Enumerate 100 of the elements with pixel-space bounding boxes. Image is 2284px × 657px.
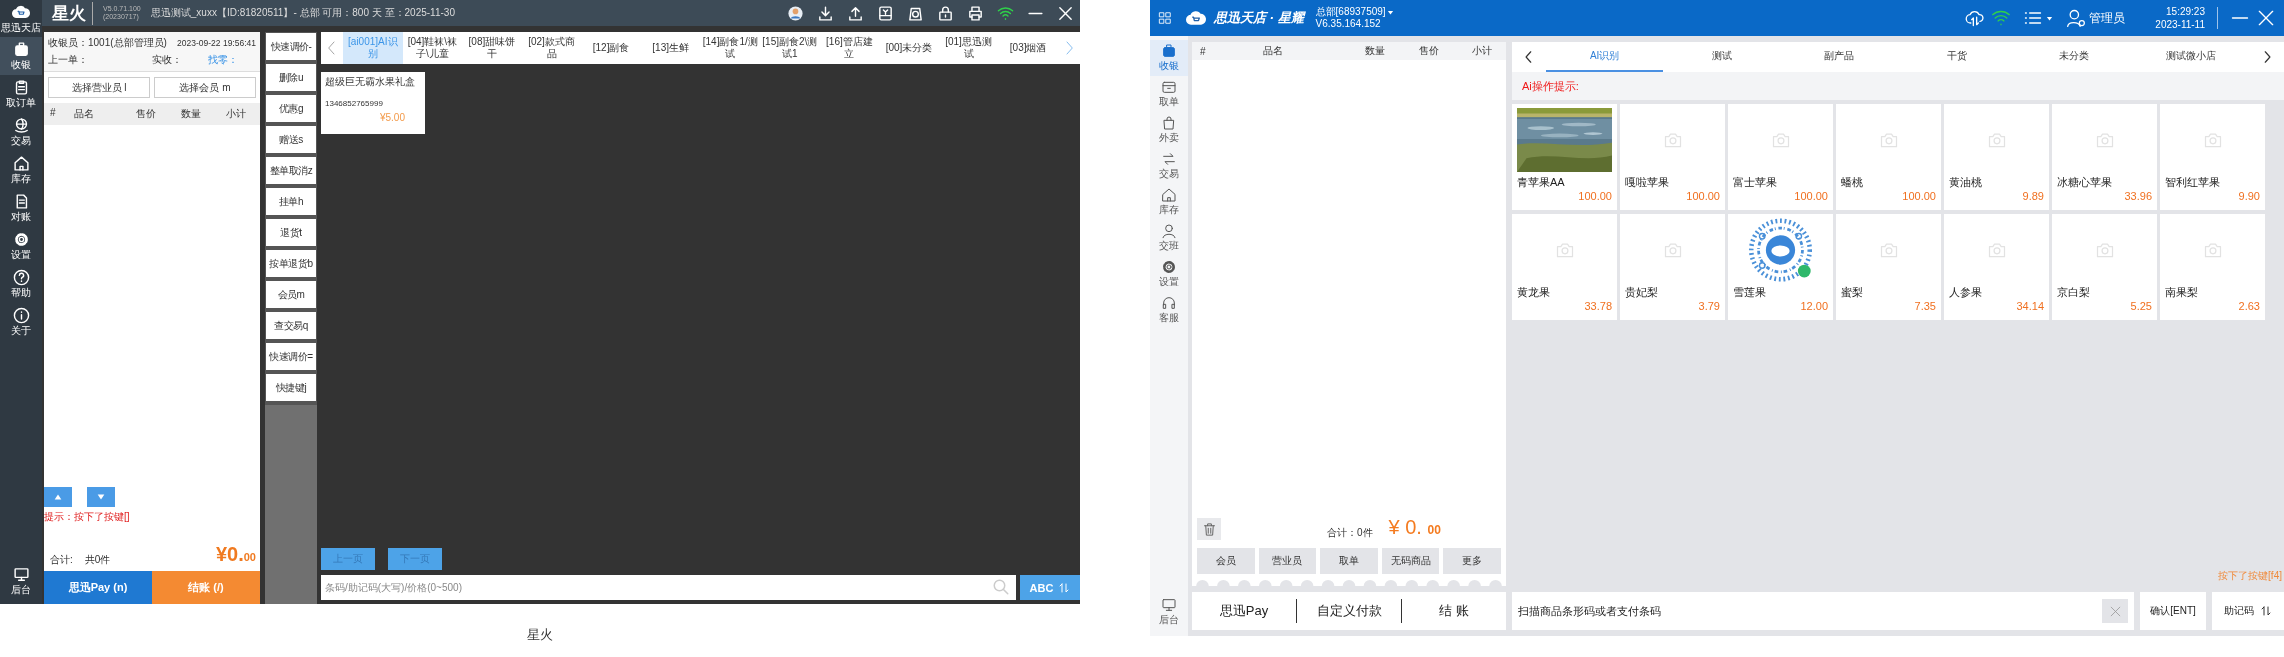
sidebar-item[interactable]: 库存 [1150,184,1188,220]
product-card[interactable]: 青苹果AA 100.00 [1512,104,1617,210]
product-card[interactable]: 黄油桃 9.89 [1944,104,2049,210]
function-button[interactable]: 会员m [266,281,316,308]
product-card[interactable]: 富士苹果 100.00 [1728,104,1833,210]
product-price: 33.78 [1583,300,1612,312]
change-label: 找零： [208,53,238,67]
total-amount: ¥ 0. 00 [1388,517,1441,540]
product-price: 100.00 [1577,190,1612,202]
function-button[interactable]: 快速调价= [266,343,316,370]
column-header: 小计 [226,107,246,121]
function-button[interactable]: 查交易q [266,312,316,339]
product-card[interactable]: 黄龙果 33.78 [1512,214,1617,320]
sidebar-item[interactable]: 外卖 [1150,112,1188,148]
backend-button[interactable]: 后台 [1150,594,1188,630]
pay-button[interactable]: 思迅Pay (n) [44,571,152,604]
column-header: 品名 [74,107,95,121]
sort-icon [1058,581,1071,594]
cashier-text: 收银员：1001(总部管理员) [48,36,167,50]
product-card[interactable]: 蟠桃 100.00 [1836,104,1941,210]
function-button[interactable]: 退货t [266,219,316,246]
action-button[interactable]: 会员 [1197,548,1255,574]
sidebar-item[interactable]: 帮助 [0,265,42,303]
user-menu[interactable]: 管理员 [2066,8,2126,28]
up-triangle-icon [52,492,64,502]
sort-icon [2260,605,2272,617]
cash-drawer-icon[interactable] [877,4,894,22]
swap-icon [1161,151,1177,167]
sidebar-item[interactable]: 取订单 [0,75,42,113]
function-button[interactable]: 挂单h [266,188,316,215]
product-price: 12.00 [1799,300,1828,312]
avatar-icon[interactable] [787,4,804,22]
sidebar-item[interactable]: 设置 [0,227,42,265]
confirm-button[interactable]: 确认[ENT] [2140,592,2206,630]
action-button[interactable]: 无码商品 [1381,548,1440,574]
product-card[interactable]: 蜜梨 7.35 [1836,214,1941,320]
globe-icon [12,116,30,134]
product-card[interactable]: 冰糖心苹果 33.96 [2052,104,2157,210]
function-button[interactable]: 整单取消z [266,157,316,184]
product-price: 3.79 [1697,300,1720,312]
printer-icon[interactable] [967,4,984,22]
sidebar-item[interactable]: 库存 [0,151,42,189]
sidebar-item[interactable]: 交易 [1150,148,1188,184]
function-button[interactable]: 赠送s [266,126,316,153]
product-price: 9.89 [2021,190,2044,202]
search-field[interactable]: 条码/助记码(大写)/价格(0~500) [321,575,1016,600]
scan-field[interactable]: 扫描商品条形码或者支付条码 [1512,592,2134,630]
product-card[interactable]: 贵妃梨 3.79 [1620,214,1725,320]
column-header: # [50,107,57,120]
function-button[interactable]: 按单退货b [266,250,316,277]
grid-icon[interactable] [1158,11,1172,25]
down-triangle-icon [95,492,107,502]
store-name[interactable]: 总部[68937509] [1315,6,1386,18]
monitor-icon [12,565,30,583]
column-header: 数量 [1365,44,1386,58]
sidebar-item[interactable]: 收银 [0,37,42,75]
sidebar-item[interactable]: 设置 [1150,256,1188,292]
function-button[interactable]: 优惠g [266,95,316,122]
download-icon[interactable] [817,4,834,22]
mnemonic-button[interactable]: 助记码 [2212,592,2284,630]
function-button[interactable]: 快捷键j [266,374,316,401]
product-name: 冰糖心苹果 [2057,175,2113,190]
sidebar-item[interactable]: 交班 [1150,220,1188,256]
sidebar-item[interactable]: 取单 [1150,76,1188,112]
monitor-icon [1161,597,1177,613]
total-label: 合计: [50,553,73,567]
sidebar-item[interactable]: 收银 [1150,40,1188,76]
column-header: 品名 [1263,44,1284,58]
total-count: 合计：0件 [1327,526,1373,540]
backend-button[interactable]: 后台 [0,562,42,600]
product-card[interactable]: 超级巨无霸水果礼盒 1346852765999 ¥5.00 [321,72,425,134]
function-button[interactable]: 快速调价- [266,33,316,60]
select-button[interactable]: 选择会员 m [154,77,256,98]
product-card[interactable]: 京白梨 5.25 [2052,214,2157,320]
cloud-sync-icon[interactable] [1965,8,1986,28]
product-card[interactable]: 南果梨 2.63 [2160,214,2265,320]
upload-icon[interactable] [847,4,864,22]
close-icon[interactable] [2256,8,2276,28]
sidebar-item[interactable]: 客服 [1150,292,1188,328]
select-button[interactable]: 选择营业员 l [48,77,150,98]
action-button[interactable]: 更多 [1443,548,1501,574]
product-name: 南果梨 [2165,285,2199,300]
close-icon[interactable] [1057,4,1074,22]
product-card[interactable]: 嘎啦苹果 100.00 [1620,104,1725,210]
product-card[interactable]: 雪莲果 12.00 [1728,214,1833,320]
product-card[interactable]: 智利红苹果 9.90 [2160,104,2265,210]
column-header: # [1200,45,1207,57]
function-button[interactable]: 删除u [266,64,316,91]
delete-button[interactable] [1197,518,1221,540]
ai-hint: Ai操作提示: [1522,78,1579,94]
lock-icon[interactable] [937,4,954,22]
product-card[interactable]: 人参果 34.14 [1944,214,2049,320]
version-text: V6.35.164.152 [1315,18,1382,30]
action-button[interactable]: 取单 [1320,548,1378,574]
product-name: 雪莲果 [1733,285,1767,300]
sidebar-item[interactable]: 对账 [0,189,42,227]
action-button[interactable]: 营业员 [1258,548,1317,574]
sidebar-item[interactable]: 交易 [0,113,42,151]
product-price: 5.25 [2129,300,2152,312]
sidebar-item[interactable]: 关于 [0,303,42,341]
